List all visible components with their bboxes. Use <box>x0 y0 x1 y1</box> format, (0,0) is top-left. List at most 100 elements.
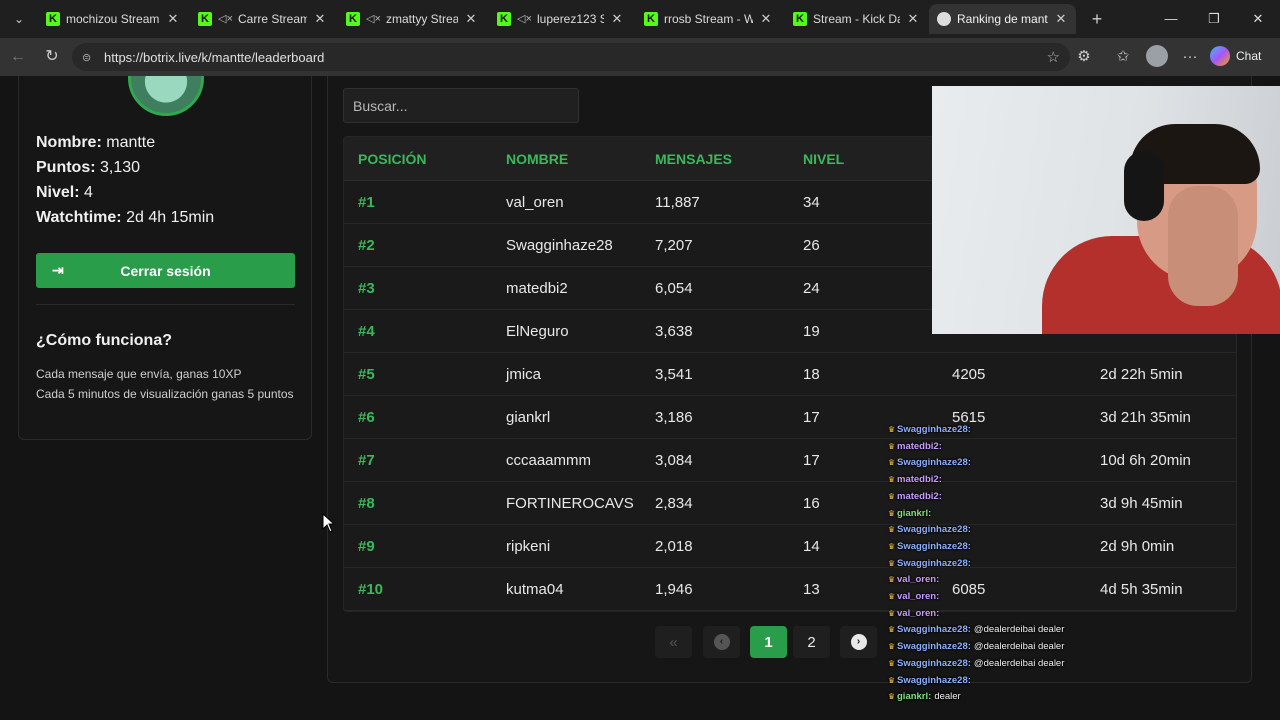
how-it-works-title: ¿Cómo funciona? <box>36 332 172 349</box>
first-page-button: « <box>655 626 692 658</box>
new-tab-button[interactable]: + <box>1086 8 1108 30</box>
maximize-icon[interactable]: ❐ <box>1203 8 1225 30</box>
cell-watchtime: 3d 21h 35min <box>1100 409 1191 426</box>
chat-badge-icon: ♛ <box>888 608 896 618</box>
close-tab-icon[interactable]: ✕ <box>759 11 773 27</box>
close-tab-icon[interactable]: ✕ <box>464 11 478 27</box>
cell-name: FORTINEROCAVS <box>506 495 634 512</box>
cell-pos: #8 <box>358 495 375 512</box>
cell-watchtime: 10d 6h 20min <box>1100 452 1191 469</box>
chat-badge-icon: ♛ <box>888 491 896 501</box>
cell-pos: #10 <box>358 581 384 598</box>
url-text: https://botrix.live/k/mantte/leaderboard <box>104 49 325 65</box>
chat-badge-icon: ♛ <box>888 575 896 585</box>
chat-badge-icon: ♛ <box>888 525 896 535</box>
kick-favicon-icon: K <box>793 12 807 26</box>
search-input[interactable] <box>343 88 579 123</box>
reload-icon[interactable]: ↻ <box>40 46 64 68</box>
chat-username: giankrl: <box>897 691 932 703</box>
browser-tab[interactable]: Kmochizou Stream - ✕ <box>38 4 188 34</box>
browser-tab[interactable]: K ◁× Carre Stream - ✕ <box>190 4 335 34</box>
chat-message: ♛ matedbi2: <box>888 474 945 489</box>
tab-title: luperez123 Str <box>537 12 604 26</box>
muted-speaker-icon[interactable]: ◁× <box>218 12 233 26</box>
chevron-right-icon: › <box>850 634 867 650</box>
chat-message: ♛ Swagginhaze28: <box>888 558 974 573</box>
browser-tab[interactable]: K ◁× zmattyy Stream ✕ <box>338 4 486 34</box>
kick-favicon-icon: K <box>198 12 212 26</box>
cell-pos: #2 <box>358 237 375 254</box>
chat-username: Swagginhaze28: <box>897 641 971 653</box>
minimize-icon[interactable]: — <box>1160 8 1182 30</box>
tab-search-chevron-icon[interactable]: ⌄ <box>8 8 30 30</box>
chat-badge-icon: ♛ <box>888 425 896 434</box>
cell-pos: #6 <box>358 409 375 426</box>
browser-tab[interactable]: K ◁× luperez123 Str ✕ <box>489 4 632 34</box>
prev-page-button: ‹ <box>703 626 740 658</box>
chat-message: ♛ Swagginhaze28: <box>888 675 974 690</box>
cell-messages: 3,541 <box>655 366 693 383</box>
more-options-icon[interactable]: ··· <box>1178 46 1202 68</box>
chat-badge-icon: ♛ <box>888 642 896 652</box>
logout-button[interactable]: ⇥ Cerrar sesión <box>36 253 295 288</box>
cell-name: matedbi2 <box>506 280 568 297</box>
close-tab-icon[interactable]: ✕ <box>610 11 624 27</box>
chat-badge-icon: ♛ <box>888 625 896 635</box>
page-1-button[interactable]: 1 <box>750 626 787 658</box>
chat-username: matedbi2: <box>897 474 942 486</box>
chat-message: ♛ Swagginhaze28: <box>888 524 974 539</box>
close-tab-icon[interactable]: ✕ <box>166 11 180 27</box>
chat-text: @dealerdeibai dealer <box>973 641 1065 653</box>
header-name[interactable]: NOMBRE <box>506 151 568 167</box>
address-bar[interactable]: ⊜ https://botrix.live/k/mantte/leaderboa… <box>72 43 1070 71</box>
header-level[interactable]: NIVEL <box>803 151 844 167</box>
page-2-button[interactable]: 2 <box>793 626 830 658</box>
cell-level: 14 <box>803 538 820 555</box>
extensions-icon[interactable]: ⚙ <box>1072 46 1096 68</box>
profile-name: Nombre: mantte <box>36 134 156 151</box>
header-messages[interactable]: MENSAJES <box>655 151 732 167</box>
cell-points: 6085 <box>952 581 986 598</box>
table-row: #10 kutma04 1,946 13 6085 4d 5h 35min <box>344 568 1236 611</box>
table-row: #5 jmica 3,541 18 4205 2d 22h 5min <box>344 353 1236 396</box>
copilot-chat-button[interactable]: Chat <box>1210 45 1261 67</box>
chat-badge-icon: ♛ <box>888 558 896 568</box>
cell-messages: 7,207 <box>655 237 693 254</box>
close-tab-icon[interactable]: ✕ <box>313 11 327 27</box>
cell-messages: 2,018 <box>655 538 693 555</box>
site-info-icon[interactable]: ⊜ <box>82 51 96 64</box>
chat-username: val_oren: <box>897 607 940 619</box>
chat-message: ♛ val_oren: <box>888 608 942 623</box>
header-position[interactable]: POSICIÓN <box>358 151 426 167</box>
profile-watchtime: Watchtime: 2d 4h 15min <box>36 209 215 226</box>
chat-username: val_oren: <box>897 591 940 602</box>
back-icon[interactable]: ← <box>6 46 30 68</box>
cell-messages: 3,186 <box>655 409 693 426</box>
profile-avatar-icon[interactable] <box>1146 45 1168 67</box>
chat-username: Swagginhaze28: <box>897 674 971 686</box>
botrix-favicon-icon <box>937 12 951 26</box>
cell-level: 19 <box>803 323 820 340</box>
cell-watchtime: 2d 9h 0min <box>1100 538 1175 555</box>
muted-speaker-icon[interactable]: ◁× <box>517 12 532 26</box>
toolbar: ← ↻ ⊜ https://botrix.live/k/mantte/leade… <box>0 38 1280 76</box>
close-tab-icon[interactable]: ✕ <box>1054 11 1068 27</box>
browser-tab[interactable]: Krrosb Stream - Wa ✕ <box>636 4 781 34</box>
muted-speaker-icon[interactable]: ◁× <box>366 12 381 26</box>
browser-tab[interactable]: Ranking de mantte ✕ <box>929 4 1076 34</box>
cell-pos: #7 <box>358 452 375 469</box>
user-avatar <box>128 76 204 116</box>
favorite-star-icon[interactable]: ☆ <box>1047 48 1060 66</box>
close-window-icon[interactable]: ✕ <box>1247 8 1269 30</box>
browser-tab[interactable]: K Stream - Kick Dash ✕ <box>785 4 928 34</box>
chat-username: Swagginhaze28: <box>897 657 971 669</box>
next-page-button[interactable]: › <box>840 626 877 658</box>
close-tab-icon[interactable]: ✕ <box>906 11 920 27</box>
sign-out-icon: ⇥ <box>52 262 64 278</box>
tab-title: Ranking de mantte <box>957 12 1048 26</box>
cell-watchtime: 4d 5h 35min <box>1100 581 1183 598</box>
tab-title: rrosb Stream - Wa <box>664 12 753 26</box>
favorites-icon[interactable]: ✩ <box>1111 46 1135 68</box>
chat-badge-icon: ♛ <box>888 441 896 451</box>
table-row: #8 FORTINEROCAVS 2,834 16 3d 9h 45min <box>344 482 1236 525</box>
